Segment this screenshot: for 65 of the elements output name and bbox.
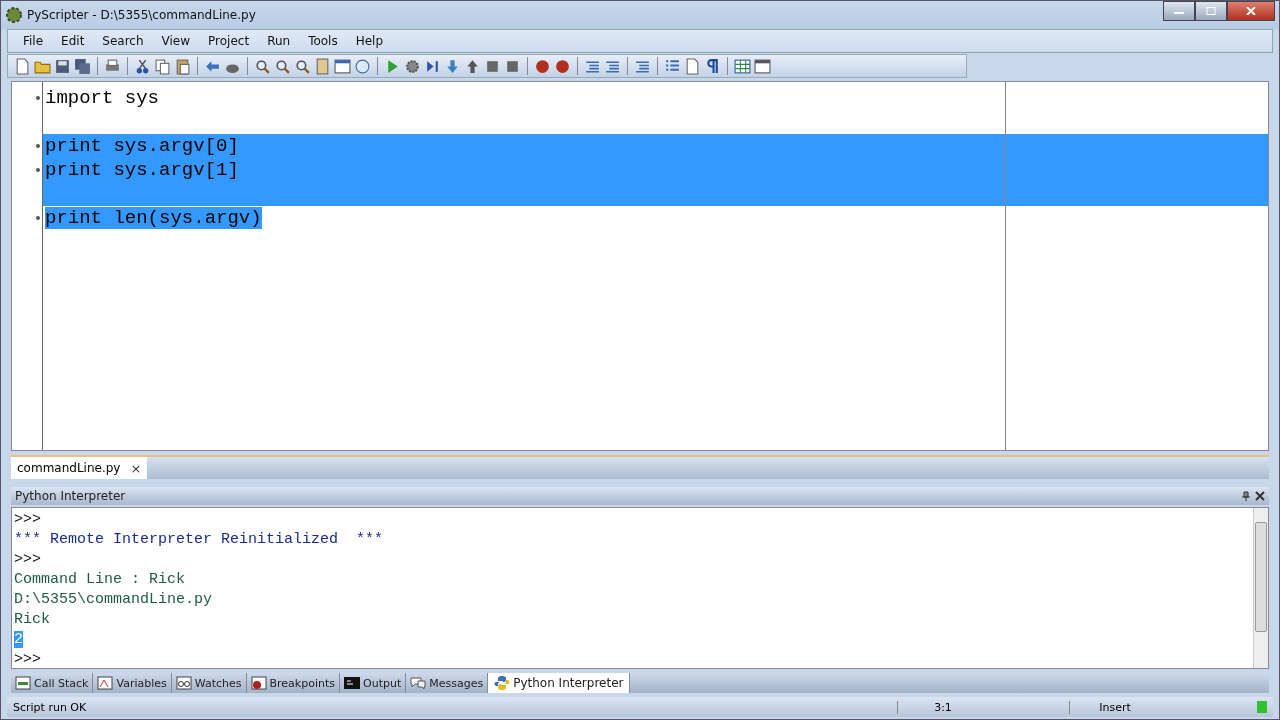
table-icon [97,676,114,690]
page-icon[interactable] [14,57,31,75]
status-message: Script run OK [12,700,88,714]
menu-item[interactable]: Project [201,32,257,50]
maximize-icon [1206,7,1216,15]
panel-tab[interactable]: Watches [171,673,247,693]
minimize-button[interactable] [1163,1,1195,21]
code-line: import sys [45,87,160,109]
scrollbar-thumb[interactable] [1255,522,1267,632]
console-line: >>> [14,651,41,668]
magnifier-icon[interactable] [294,57,311,75]
menu-item[interactable]: View [154,32,198,50]
console-icon [344,676,360,690]
edit-mode: Insert [1069,700,1160,714]
panel-tab[interactable]: Messages [406,673,489,693]
window-icon[interactable] [334,57,351,75]
menu-item[interactable]: Search [95,32,151,50]
panel-tab[interactable]: Variables [93,673,172,693]
close-tab-button[interactable]: × [130,460,142,476]
console-line: >>> [14,551,41,568]
editor-tab[interactable]: commandLine.py × [11,457,148,479]
magnifier-icon[interactable] [254,57,271,75]
clipboard-icon[interactable] [174,57,191,75]
notepad-icon[interactable] [314,57,331,75]
menu-item[interactable]: Help [348,32,391,50]
cursor-position: 3:1 [897,700,988,714]
maximize-button[interactable] [1195,1,1227,21]
breakpoint-icon[interactable] [534,57,551,75]
pilcrow-icon[interactable] [704,57,721,75]
menu-item[interactable]: Run [260,32,298,50]
close-icon[interactable] [1255,491,1265,501]
magnifier-icon[interactable] [274,57,291,75]
grid-icon[interactable] [734,57,751,75]
pin-icon[interactable] [1241,491,1251,501]
panel-tab[interactable]: Python Interpreter [488,673,631,693]
console-line: D:\5355\commandLine.py [14,591,213,608]
up-arrow-icon[interactable] [464,57,481,75]
menu-item[interactable]: File [16,32,51,50]
floppy-icon[interactable] [54,57,71,75]
console-line: >>> [14,511,41,528]
status-light-icon [1257,701,1267,713]
panel-tab[interactable]: Breakpoints [246,673,340,693]
console-line: Rick [14,611,50,628]
console-line: Command Line : Rick [14,571,186,588]
floppy-stack-icon[interactable] [74,57,91,75]
panel-tab[interactable]: Call Stack [11,673,94,693]
panel-title: Python Interpreter [15,489,126,503]
breakpoint-icon [250,676,267,690]
menu-item[interactable]: Edit [54,32,92,50]
stack-icon [15,676,31,690]
code-editor[interactable]: import sys print sys.argv[0] print sys.argv[1] print len(sys.argv) [11,81,1269,451]
panel-icon[interactable] [754,57,771,75]
page-icon[interactable] [684,57,701,75]
menu-item[interactable]: Tools [301,32,345,50]
scissors-icon[interactable] [134,57,151,75]
breakpoint-icon[interactable] [554,57,571,75]
window-title: PyScripter - D:\5355\commandLine.py [27,8,257,22]
console-line: *** Remote Interpreter Reinitialized *** [14,531,384,548]
glasses-icon [175,676,192,690]
python-icon [494,676,511,690]
close-button[interactable] [1227,1,1275,21]
panel-tab[interactable]: Output [340,673,407,693]
copy-icon[interactable] [154,57,171,75]
speech-bubble-icon [410,676,427,690]
close-icon [1246,7,1256,15]
